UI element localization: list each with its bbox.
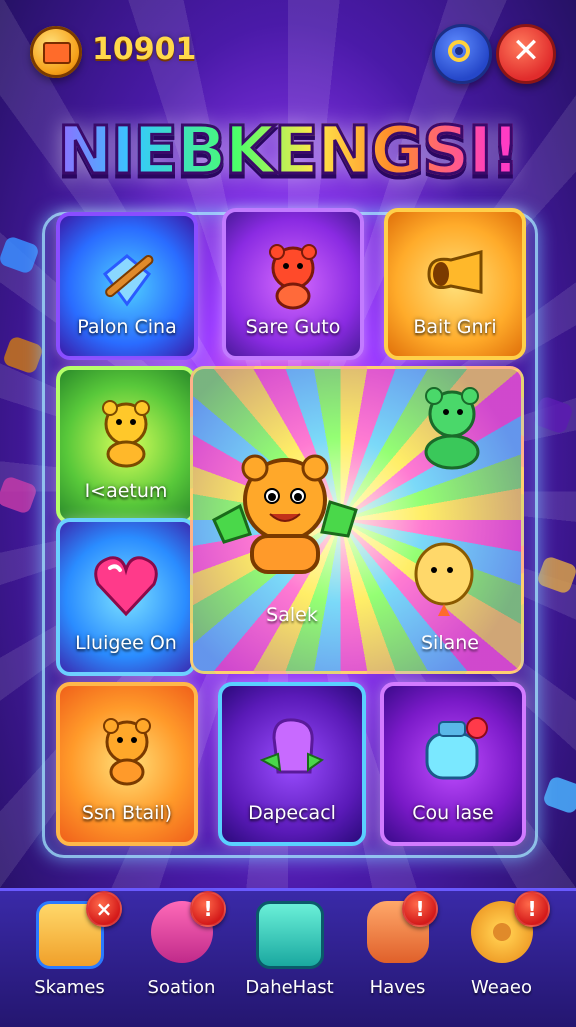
purple-slime-icon xyxy=(259,718,325,774)
red-bear-icon xyxy=(269,244,317,310)
close-icon: ✕ xyxy=(511,31,541,71)
level-tile[interactable]: Sare Guto xyxy=(222,208,364,360)
bottom-nav: × Skames ! Soation DaheHast ! Haves ! We… xyxy=(0,888,576,1027)
level-tile[interactable]: Cou lase xyxy=(380,682,526,846)
gem-decoration xyxy=(535,555,576,595)
orange-bear-icon xyxy=(103,718,151,786)
level-tile[interactable]: Lluigee On xyxy=(56,518,196,676)
gem-decoration xyxy=(541,775,576,815)
notification-badge: ! xyxy=(190,891,226,927)
nav-item-skames[interactable]: × Skames xyxy=(12,891,127,1027)
nav-label: DaheHast xyxy=(245,977,334,998)
gear-icon xyxy=(448,40,470,62)
nav-label: Weaeo xyxy=(471,977,532,998)
nav-item-dahehast[interactable]: DaheHast xyxy=(232,891,347,1027)
crystal-wand-icon xyxy=(102,254,154,307)
horn-icon xyxy=(427,250,483,294)
settings-button[interactable] xyxy=(432,24,492,84)
nav-label: Skames xyxy=(34,977,105,998)
heart-icon xyxy=(94,556,158,617)
gem-decoration xyxy=(0,235,41,275)
nav-item-haves[interactable]: ! Haves xyxy=(340,891,455,1027)
tile-label: Bait Gnri xyxy=(413,316,497,338)
tile-label: Dapecacl xyxy=(248,802,336,824)
nav-label: Soation xyxy=(147,977,216,998)
potion-jar-icon xyxy=(425,717,488,780)
featured-side-label: Silane xyxy=(421,632,479,654)
level-tile[interactable]: I<aetum xyxy=(56,366,196,524)
top-bar: 10901 ✕ xyxy=(0,0,576,100)
level-tile[interactable]: Bait Gnri xyxy=(384,208,526,360)
gem-decoration xyxy=(1,335,45,375)
coin-icon xyxy=(30,26,82,78)
featured-tag: Salek xyxy=(232,604,352,626)
level-tile[interactable]: Ssn Btail) xyxy=(56,682,198,846)
music-note-icon xyxy=(255,901,324,969)
notification-badge: ! xyxy=(402,891,438,927)
tile-label: Sare Guto xyxy=(245,316,341,338)
green-bear-icon xyxy=(424,387,480,470)
gem-decoration xyxy=(0,475,39,515)
tile-label: I<aetum xyxy=(84,480,168,502)
tile-label: Palon Cina xyxy=(77,316,177,338)
notification-badge: × xyxy=(86,891,122,927)
notification-badge: ! xyxy=(514,891,550,927)
featured-tag-text: Salek xyxy=(266,604,318,626)
nav-item-soation[interactable]: ! Soation xyxy=(124,891,239,1027)
coin-count: 10901 xyxy=(92,32,197,67)
close-button[interactable]: ✕ xyxy=(496,24,556,84)
level-tile[interactable]: Palon Cina xyxy=(56,212,198,360)
yellow-bear-icon xyxy=(102,400,150,468)
nav-item-weaeo[interactable]: ! Weaeo xyxy=(444,891,559,1027)
tile-label: Ssn Btail) xyxy=(81,802,173,824)
level-tile[interactable]: Dapecacl xyxy=(218,682,366,846)
gem-decoration xyxy=(531,395,575,435)
yellow-chick-icon xyxy=(414,542,474,616)
tile-label: Cou lase xyxy=(412,802,494,824)
game-title: NIEBKENGSI! xyxy=(30,111,546,191)
nav-label: Haves xyxy=(369,977,426,998)
tile-label: Lluigee On xyxy=(75,632,177,654)
mascot-bear-icon xyxy=(212,454,358,574)
